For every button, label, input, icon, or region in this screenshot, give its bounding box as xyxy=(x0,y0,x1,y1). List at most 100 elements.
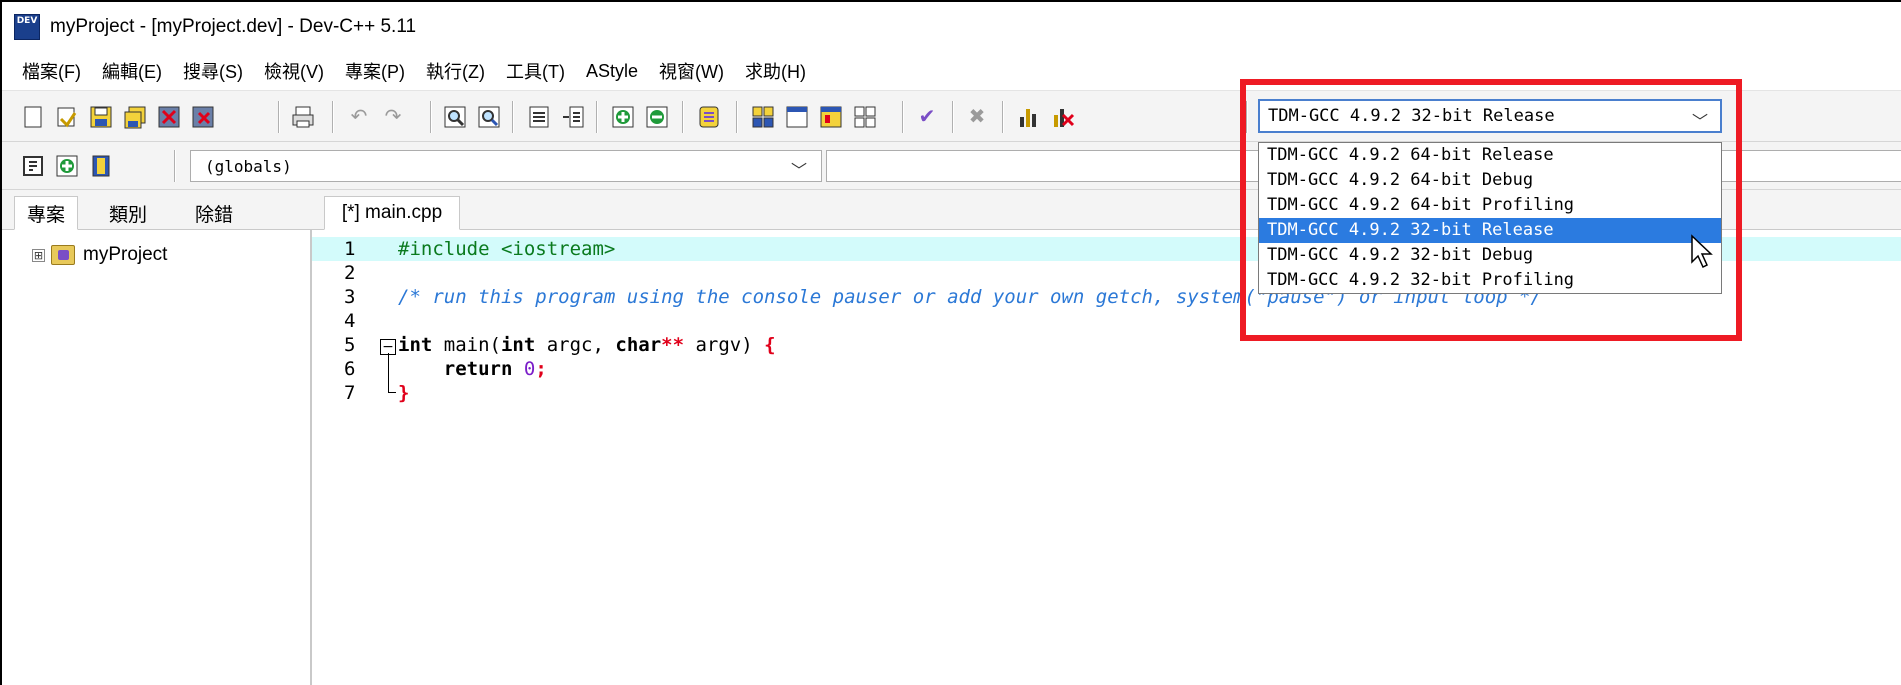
insert-icon[interactable] xyxy=(19,152,47,180)
compiler-option[interactable]: TDM-GCC 4.9.2 64-bit Profiling xyxy=(1259,193,1721,218)
menu-project[interactable]: 專案(P) xyxy=(345,58,405,84)
compiler-option[interactable]: TDM-GCC 4.9.2 64-bit Debug xyxy=(1259,168,1721,193)
main-toolbar: ↶ ↷ ✔ ✖ TDM-GCC 4.9.2 32-bit Release ﹀ xyxy=(2,90,1901,142)
menu-edit[interactable]: 編輯(E) xyxy=(102,58,162,84)
code-line: 5 − int main(int argc, char** argv) { xyxy=(312,333,1901,357)
compile-run-icon[interactable] xyxy=(817,103,845,131)
tab-debug[interactable]: 除錯 xyxy=(182,196,246,230)
globals-select-value: (globals) xyxy=(205,156,292,176)
toolbar-separator xyxy=(902,101,904,133)
compiler-option[interactable]: TDM-GCC 4.9.2 64-bit Release xyxy=(1259,143,1721,168)
compiler-dropdown-list: TDM-GCC 4.9.2 64-bit Release TDM-GCC 4.9… xyxy=(1258,142,1722,294)
toggle-bookmark-icon[interactable] xyxy=(53,152,81,180)
class-toolbar-group xyxy=(16,148,118,184)
toolbar-separator xyxy=(332,101,334,133)
code-text: int main(int argc, char** argv) { xyxy=(398,334,776,356)
globals-select[interactable]: (globals) ﹀ xyxy=(190,150,822,182)
debug-toolbar-group: ✖ xyxy=(960,99,994,135)
open-file-icon[interactable] xyxy=(53,103,81,131)
stop-execution-icon[interactable]: ✖ xyxy=(963,103,991,131)
code-text: return 0; xyxy=(443,358,547,380)
toolbar-separator xyxy=(278,101,280,133)
profile-toolbar-group xyxy=(1012,99,1080,135)
toolbar-separator xyxy=(174,150,176,182)
code-editor[interactable]: 1 #include <iostream> 2 3 /* run this pr… xyxy=(312,230,1901,685)
goto-bookmark-icon[interactable] xyxy=(87,152,115,180)
compiler-select-value: TDM-GCC 4.9.2 32-bit Release xyxy=(1268,106,1555,126)
tree-item-project[interactable]: ⊞ myProject xyxy=(32,244,167,266)
print-icon[interactable] xyxy=(289,103,317,131)
tab-classes[interactable]: 類別 xyxy=(96,196,160,230)
line-number: 2 xyxy=(344,262,356,284)
app-window: DEV myProject - [myProject.dev] - Dev-C+… xyxy=(0,0,1901,685)
undo-redo-group: ↶ ↷ xyxy=(342,99,410,135)
menu-tools[interactable]: 工具(T) xyxy=(506,58,565,84)
project-folder-icon xyxy=(51,245,75,265)
search-toolbar-group xyxy=(438,99,506,135)
remove-from-project-icon[interactable] xyxy=(643,103,671,131)
save-all-icon[interactable] xyxy=(121,103,149,131)
chevron-down-icon: ﹀ xyxy=(1691,112,1708,131)
menu-bar: 檔案(F) 編輯(E) 搜尋(S) 檢視(V) 專案(P) 執行(Z) 工具(T… xyxy=(2,52,1901,90)
code-text: #include <iostream> xyxy=(398,238,616,260)
tab-project[interactable]: 專案 xyxy=(14,196,78,230)
toolbar-separator xyxy=(1002,101,1004,133)
compiler-select[interactable]: TDM-GCC 4.9.2 32-bit Release ﹀ xyxy=(1258,99,1722,133)
new-file-icon[interactable] xyxy=(19,103,47,131)
window-title: myProject - [myProject.dev] - Dev-C++ 5.… xyxy=(50,16,417,37)
toolbar-separator xyxy=(430,101,432,133)
file-toolbar-group xyxy=(16,99,220,135)
code-line: 6 return 0; xyxy=(312,357,1901,381)
compiler-option[interactable]: TDM-GCC 4.9.2 32-bit Debug xyxy=(1259,243,1721,268)
compiler-option[interactable]: TDM-GCC 4.9.2 32-bit Profiling xyxy=(1259,268,1721,293)
run-icon[interactable] xyxy=(783,103,811,131)
mouse-cursor-icon xyxy=(1691,234,1713,269)
close-all-icon[interactable] xyxy=(189,103,217,131)
tree-expand-icon[interactable]: ⊞ xyxy=(32,248,45,262)
find-icon[interactable] xyxy=(441,103,469,131)
chevron-down-icon: ﹀ xyxy=(790,161,807,180)
devcpp-app-icon: DEV xyxy=(14,14,40,40)
indent-toolbar-group xyxy=(522,99,590,135)
toolbar-separator xyxy=(682,101,684,133)
fold-guide xyxy=(388,353,389,393)
replace-icon[interactable] xyxy=(475,103,503,131)
close-file-icon[interactable] xyxy=(155,103,183,131)
save-icon[interactable] xyxy=(87,103,115,131)
menu-search[interactable]: 搜尋(S) xyxy=(183,58,243,84)
delete-profile-icon[interactable] xyxy=(1049,103,1077,131)
line-number: 4 xyxy=(344,310,356,332)
redo-icon[interactable]: ↷ xyxy=(379,103,407,131)
project-options-icon[interactable] xyxy=(695,103,723,131)
line-number: 5 xyxy=(344,334,356,356)
code-line: 7 } xyxy=(312,381,1901,405)
tab-main-cpp[interactable]: [*] main.cpp xyxy=(324,196,460,230)
line-number: 7 xyxy=(344,382,356,404)
project-toolbar-group xyxy=(606,99,674,135)
line-number: 3 xyxy=(344,286,356,308)
project-name: myProject xyxy=(83,244,168,265)
line-number: 6 xyxy=(344,358,356,380)
code-text: } xyxy=(398,382,410,404)
compile-icon[interactable] xyxy=(749,103,777,131)
syntax-check-group: ✔ xyxy=(910,99,944,135)
title-bar: DEV myProject - [myProject.dev] - Dev-C+… xyxy=(2,2,1901,52)
unindent-icon[interactable] xyxy=(559,103,587,131)
add-to-project-icon[interactable] xyxy=(609,103,637,131)
menu-window[interactable]: 視窗(W) xyxy=(659,58,724,84)
undo-icon[interactable]: ↶ xyxy=(345,103,373,131)
menu-view[interactable]: 檢視(V) xyxy=(264,58,324,84)
profile-chart-icon[interactable] xyxy=(1015,103,1043,131)
compile-toolbar-group xyxy=(746,99,882,135)
menu-execute[interactable]: 執行(Z) xyxy=(426,58,485,84)
menu-file[interactable]: 檔案(F) xyxy=(22,58,81,84)
syntax-check-icon[interactable]: ✔ xyxy=(913,103,941,131)
toolbar-separator xyxy=(596,101,598,133)
toolbar-separator xyxy=(512,101,514,133)
indent-icon[interactable] xyxy=(525,103,553,131)
menu-help[interactable]: 求助(H) xyxy=(745,58,806,84)
rebuild-all-icon[interactable] xyxy=(851,103,879,131)
fold-guide-end xyxy=(388,392,396,393)
menu-astyle[interactable]: AStyle xyxy=(586,61,638,82)
compiler-option-selected[interactable]: TDM-GCC 4.9.2 32-bit Release xyxy=(1259,218,1721,243)
